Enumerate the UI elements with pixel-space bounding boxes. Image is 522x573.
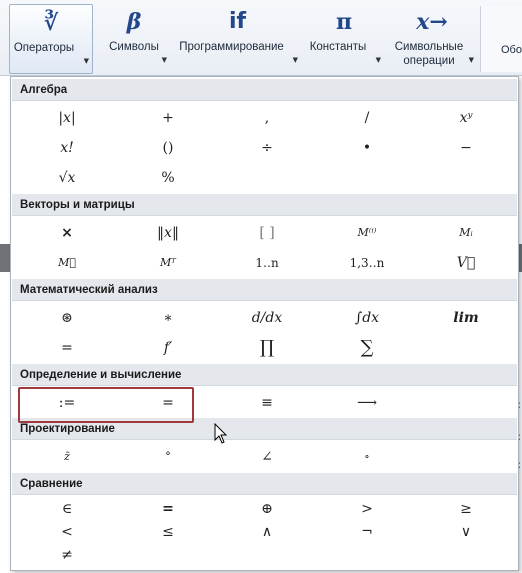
dot-product-operator[interactable]: • xyxy=(317,133,417,163)
chevron-down-icon: ▼ xyxy=(375,56,381,64)
symbolic-operations-button[interactable]: x→ Символьные операции ▼ xyxy=(388,4,476,74)
absolute-value-operator[interactable]: |x| xyxy=(17,103,117,133)
section-calculus: ⊛ ∗ d/dx ∫dx lim = f′ ∏ ∑ xyxy=(12,302,517,366)
section-vectors-matrices: × ‖x‖ [ ] M⁽ⁱ⁾ Mᵢ M⃗ Mᵀ 1‥n 1,3‥n V⃗ xyxy=(12,217,517,281)
comma-operator[interactable]: , xyxy=(217,103,317,133)
section-algebra: |x| + , / xʸ x! () ÷ • − √x % xyxy=(12,102,517,198)
divide-operator[interactable]: ÷ xyxy=(217,133,317,163)
transpose-operator[interactable]: Mᵀ xyxy=(118,248,218,278)
section-design: z̄ ° ∠ ∘ xyxy=(12,441,517,473)
percent-operator[interactable]: % xyxy=(118,163,218,193)
convolution-operator[interactable]: ⊛ xyxy=(17,303,117,333)
symbolic-operations-label-2: операции xyxy=(403,55,455,67)
ribbon-right-group[interactable]: Обо xyxy=(480,6,522,72)
section-comparison: ∈ = ⊕ > ≥ < ≤ ∧ ¬ ∨ ≠ xyxy=(12,496,517,570)
complex-conjugate-operator[interactable]: z̄ xyxy=(17,442,117,472)
constants-label: Константы xyxy=(309,41,367,53)
minus-operator[interactable]: − xyxy=(416,133,516,163)
plus-operator[interactable]: + xyxy=(118,103,218,133)
range-operator[interactable]: 1‥n xyxy=(217,248,317,278)
section-header-algebra: Алгебра xyxy=(12,79,517,101)
less-or-equal-operator[interactable]: ≤ xyxy=(118,517,218,547)
vector-arrow-operator[interactable]: V⃗ xyxy=(416,248,516,278)
evaluation-operator[interactable]: = xyxy=(118,388,218,418)
prime-derivative-operator[interactable]: f′ xyxy=(118,333,218,363)
chevron-down-icon: ▼ xyxy=(468,56,474,64)
programming-label: Программирование xyxy=(179,41,284,53)
vectorize-operator[interactable]: M⃗ xyxy=(17,248,117,278)
chevron-down-icon: ▼ xyxy=(83,57,89,65)
symbolic-evaluation-operator[interactable]: ⟶ xyxy=(317,388,417,418)
operators-label: Операторы xyxy=(13,42,75,54)
section-header-vectors-matrices: Векторы и матрицы xyxy=(12,194,517,216)
integral-operator[interactable]: ∫dx xyxy=(317,303,417,333)
and-operator[interactable]: ∧ xyxy=(217,517,317,547)
symbolic-operations-label: Символьные xyxy=(394,41,464,53)
equals-operator[interactable]: = xyxy=(17,333,117,363)
chevron-down-icon: ▼ xyxy=(292,56,298,64)
division-slash-operator[interactable]: / xyxy=(317,103,417,133)
constants-button[interactable]: π Константы ▼ xyxy=(303,4,385,74)
symbols-label: Символы xyxy=(109,41,159,53)
degree-operator[interactable]: ° xyxy=(118,442,218,472)
cube-root-icon: ∛ xyxy=(43,10,59,36)
ribbon: ∛ Операторы ▼ β Символы ▼ if Программиро… xyxy=(0,0,522,76)
section-header-calculus: Математический анализ xyxy=(12,279,517,301)
factorial-operator[interactable]: x! xyxy=(17,133,117,163)
square-root-operator[interactable]: √x xyxy=(17,163,117,193)
section-header-comparison: Сравнение xyxy=(12,473,517,495)
subscript-operator[interactable]: Mᵢ xyxy=(416,218,516,248)
symbols-button[interactable]: β Символы ▼ xyxy=(97,4,171,74)
section-header-design: Проектирование xyxy=(12,418,517,440)
derivative-operator[interactable]: d/dx xyxy=(217,303,317,333)
product-operator[interactable]: ∏ xyxy=(217,333,317,363)
chevron-down-icon: ▼ xyxy=(161,56,167,64)
operators-panel: Алгебра |x| + , / xʸ x! () ÷ • − √x % Ве… xyxy=(10,76,519,571)
section-definition-evaluation: := = ≡ ⟶ xyxy=(12,387,517,419)
power-operator[interactable]: xʸ xyxy=(416,103,516,133)
if-icon: if xyxy=(228,9,247,34)
or-operator[interactable]: ∨ xyxy=(416,517,516,547)
ribbon-right-label: Обо xyxy=(501,44,522,56)
composition-operator[interactable]: ∘ xyxy=(317,442,417,472)
parentheses-operator[interactable]: () xyxy=(118,133,218,163)
matrix-operator[interactable]: [ ] xyxy=(217,218,317,248)
asterisk-operator[interactable]: ∗ xyxy=(118,303,218,333)
not-equal-operator[interactable]: ≠ xyxy=(17,540,117,570)
summation-operator[interactable]: ∑ xyxy=(317,333,417,363)
beta-icon: β xyxy=(126,9,142,35)
section-header-definition-evaluation: Определение и вычисление xyxy=(12,364,517,386)
limit-operator[interactable]: lim xyxy=(416,303,516,333)
definition-operator[interactable]: := xyxy=(17,388,117,418)
pi-icon: π xyxy=(335,9,353,35)
programming-button[interactable]: if Программирование ▼ xyxy=(175,4,300,74)
global-definition-operator[interactable]: ≡ xyxy=(217,388,317,418)
not-operator[interactable]: ¬ xyxy=(317,517,417,547)
norm-operator[interactable]: ‖x‖ xyxy=(118,218,218,248)
step-range-operator[interactable]: 1,3‥n xyxy=(317,248,417,278)
cross-product-operator[interactable]: × xyxy=(17,218,117,248)
arrow-x-icon: x→ xyxy=(416,9,448,35)
matrix-column-operator[interactable]: M⁽ⁱ⁾ xyxy=(317,218,417,248)
mouse-cursor-icon xyxy=(214,423,228,444)
angle-operator[interactable]: ∠ xyxy=(217,442,317,472)
operators-button[interactable]: ∛ Операторы ▼ xyxy=(9,4,93,74)
